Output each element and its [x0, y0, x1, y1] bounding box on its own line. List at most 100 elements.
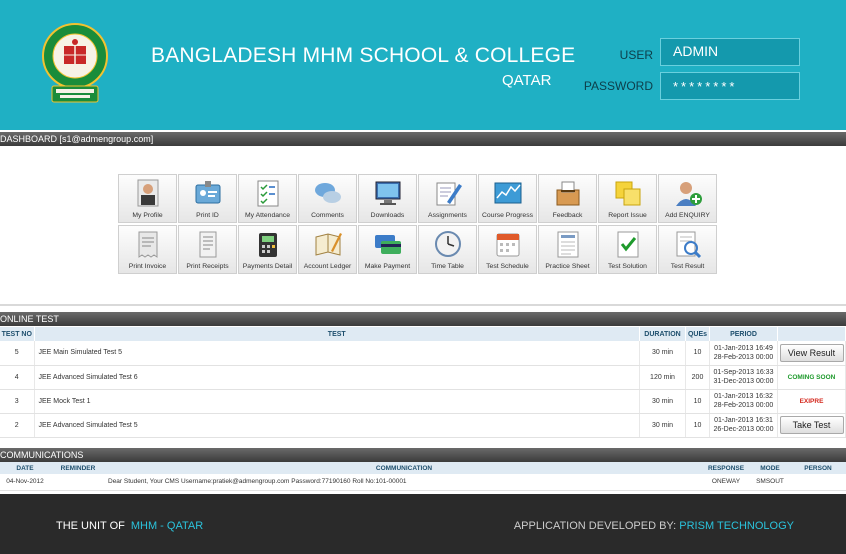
chart-progress-icon: [494, 182, 521, 204]
online-test-header-row: TEST NO TEST DURATION QUEs PERIOD: [0, 327, 846, 341]
footer-developer-label: APPLICATION DEVELOPED BY:: [513, 520, 677, 532]
col-test: TEST: [34, 327, 640, 341]
credit-cards-icon: [374, 235, 401, 254]
test-name: JEE Main Simulated Test 5: [34, 341, 640, 366]
test-name: JEE Mock Test 1: [34, 389, 640, 414]
comm-response: ONEWAY: [702, 474, 750, 491]
ballot-box-icon: [556, 181, 579, 206]
tile-test-solution[interactable]: Test Solution: [598, 225, 657, 274]
col-ques: QUEs: [685, 327, 710, 341]
col-mode: MODE: [750, 462, 790, 474]
online-test-table: TEST NO TEST DURATION QUEs PERIOD 5 JEE M…: [0, 327, 846, 438]
period-start: 01-Jan-2013 16:31: [714, 417, 773, 424]
take-test-button[interactable]: Take Test: [779, 416, 844, 434]
tile-account-ledger[interactable]: Account Ledger: [298, 225, 357, 274]
test-row: 2 JEE Advanced Simulated Test 5 30 min 10 01…: [0, 413, 846, 438]
view-result-button[interactable]: View Result: [779, 343, 844, 362]
dashboard-row-2: Print Invoice Print Receipts Payments Deta…: [118, 225, 718, 274]
communications-bar: COMMUNICATIONS: [0, 448, 846, 462]
tile-print-invoice[interactable]: Print Invoice: [118, 225, 177, 274]
col-test-no: TEST NO: [0, 327, 35, 341]
test-no: 5: [0, 341, 35, 366]
clock-icon: [434, 231, 461, 257]
attendance-sheet-icon: [257, 180, 278, 207]
password-field[interactable]: ********: [660, 72, 800, 100]
period-start: 01-Jan-2013 16:32: [714, 393, 773, 400]
test-row: 5 JEE Main Simulated Test 5 30 min 10 01-Jan…: [0, 341, 846, 366]
user-field[interactable]: ADMIN: [660, 38, 800, 66]
tile-test-result[interactable]: Test Result: [658, 225, 717, 274]
tile-report-issue[interactable]: Report Issue: [598, 174, 657, 223]
tile-my-profile[interactable]: My Profile: [118, 174, 177, 223]
monitor-download-icon: [375, 181, 400, 205]
test-row: 4 JEE Advanced Simulated Test 6 120 min 200…: [0, 365, 846, 390]
period-end: 31-Dec-2013 00:00: [713, 378, 774, 385]
test-no: 4: [0, 365, 35, 390]
test-action: Take Test: [777, 413, 846, 438]
tile-course-progress[interactable]: Course Progress: [478, 174, 537, 223]
tile-label: Practice Sheet: [545, 263, 590, 270]
invoice-icon: [138, 231, 157, 258]
tile-print-receipts[interactable]: Print Receipts: [178, 225, 237, 274]
test-ques: 10: [685, 341, 710, 366]
checkmark-doc-icon: [617, 231, 638, 258]
test-period: 01-Sep-2013 16:33 31-Dec-2013 00:00: [709, 365, 778, 390]
test-no: 3: [0, 389, 35, 414]
tile-label: Test Solution: [608, 263, 647, 270]
test-row: 3 JEE Mock Test 1 30 min 10 01-Jan-2013 16:3…: [0, 389, 846, 414]
tile-print-id[interactable]: Print ID: [178, 174, 237, 223]
col-date: DATE: [0, 462, 50, 474]
footer-unit: THE UNIT OF MHM - QATAR: [56, 520, 203, 532]
test-status-badge: COMING SOON: [787, 373, 836, 381]
tile-my-attendance[interactable]: My Attendance: [238, 174, 297, 223]
dashboard-grid: My Profile Print ID My Attendance Comments D…: [118, 174, 718, 276]
tile-make-payment[interactable]: Make Payment: [358, 225, 417, 274]
tile-assignments[interactable]: Assignments: [418, 174, 477, 223]
footer-developer: APPLICATION DEVELOPED BY: PRISM TECHNOLO…: [514, 520, 794, 532]
practice-sheet-icon: [557, 231, 578, 258]
tile-add-enquiry[interactable]: Add ENQUIRY: [658, 174, 717, 223]
chat-bubbles-icon: [314, 183, 341, 203]
tile-feedback[interactable]: Feedback: [538, 174, 597, 223]
password-label: PASSWORD: [583, 79, 653, 93]
test-no: 2: [0, 413, 35, 438]
profile-photo-icon: [137, 179, 158, 207]
dashboard-panel: My Profile Print ID My Attendance Comments D…: [0, 146, 846, 306]
tile-label: My Profile: [132, 212, 163, 219]
tile-downloads[interactable]: Downloads: [358, 174, 417, 223]
calendar-icon: [496, 233, 519, 257]
comm-reminder: [50, 474, 106, 491]
tile-label: Account Ledger: [303, 263, 352, 270]
test-action: EXIPRE: [777, 389, 846, 414]
test-period: 01-Jan-2013 16:49 28-Feb-2013 00:00: [709, 341, 778, 366]
tile-practice-sheet[interactable]: Practice Sheet: [538, 225, 597, 274]
receipt-icon: [199, 231, 216, 258]
magnifier-report-icon: [676, 231, 701, 259]
tile-label: Make Payment: [364, 263, 411, 270]
tile-label: Add ENQUIRY: [665, 212, 710, 219]
tile-label: Print Invoice: [128, 263, 167, 270]
tile-test-schedule[interactable]: Test Schedule: [478, 225, 537, 274]
test-name: JEE Advanced Simulated Test 6: [34, 365, 640, 390]
tile-payments-detail[interactable]: Payments Detail: [238, 225, 297, 274]
online-test-bar: ONLINE TEST: [0, 312, 846, 326]
footer-unit-link[interactable]: MHM - QATAR: [131, 520, 203, 532]
tile-label: Print ID: [196, 212, 219, 219]
test-ques: 10: [685, 389, 710, 414]
period-start: 01-Jan-2013 16:49: [714, 344, 773, 352]
tile-time-table[interactable]: Time Table: [418, 225, 477, 274]
test-action: COMING SOON: [777, 365, 846, 390]
dashboard-bar: DASHBOARD [s1@admengroup.com]: [0, 132, 846, 146]
tile-comments[interactable]: Comments: [298, 174, 357, 223]
col-duration: DURATION: [639, 327, 686, 341]
comm-date: 04-Nov-2012: [0, 474, 50, 491]
ledger-book-icon: [315, 233, 342, 256]
tile-label: My Attendance: [245, 212, 290, 219]
tile-label: Feedback: [552, 212, 583, 219]
test-duration: 120 min: [639, 365, 686, 390]
footer-developer-link[interactable]: PRISM TECHNOLOGY: [679, 520, 794, 532]
test-period: 01-Jan-2013 16:31 26-Dec-2013 00:00: [709, 413, 778, 438]
comm-mode: SMSOUT: [750, 474, 790, 491]
communications-header-row: DATE REMINDER COMMUNICATION RESPONSE MOD…: [0, 462, 846, 474]
col-person: PERSON: [790, 462, 846, 474]
